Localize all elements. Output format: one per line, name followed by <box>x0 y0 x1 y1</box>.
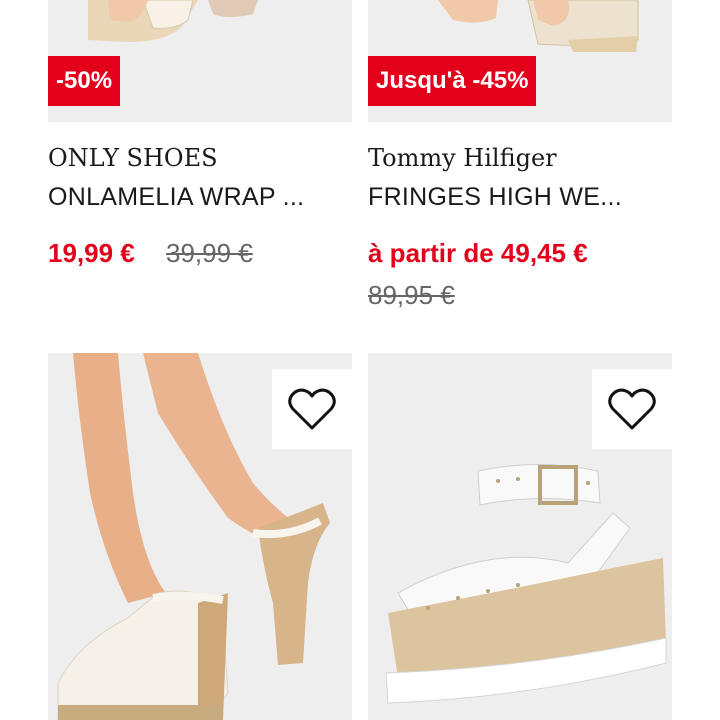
product-old-price: 89,95 € <box>368 280 455 310</box>
product-card-studded-wedge[interactable] <box>368 353 672 720</box>
product-price: 19,99 € <box>48 238 135 268</box>
product-brand: ONLY SHOES <box>48 144 218 172</box>
product-name: FRINGES HIGH WE... <box>368 183 623 211</box>
product-card-only-shoes[interactable]: -50% ONLY SHOES ONLAMELIA WRAP ... 19,99… <box>48 0 352 300</box>
product-image[interactable]: Jusqu'à -45% <box>368 0 672 122</box>
product-card-tommy-hilfiger[interactable]: Jusqu'à -45% Tommy Hilfiger FRINGES HIGH… <box>368 0 672 320</box>
product-old-price: 39,99 € <box>166 238 253 268</box>
favorite-button[interactable] <box>272 369 352 449</box>
product-image[interactable] <box>368 353 672 720</box>
product-price: à partir de 49,45 € <box>368 238 588 268</box>
discount-badge: -50% <box>48 56 121 106</box>
heart-outline-icon <box>288 388 336 430</box>
product-card-espadrille-wedge[interactable] <box>48 353 352 720</box>
product-image[interactable] <box>48 353 352 720</box>
discount-badge: Jusqu'à -45% <box>368 56 537 106</box>
heart-outline-icon <box>608 388 656 430</box>
favorite-button[interactable] <box>592 369 672 449</box>
product-brand: Tommy Hilfiger <box>368 144 557 172</box>
product-image[interactable]: -50% <box>48 0 352 122</box>
product-name: ONLAMELIA WRAP ... <box>48 183 305 211</box>
